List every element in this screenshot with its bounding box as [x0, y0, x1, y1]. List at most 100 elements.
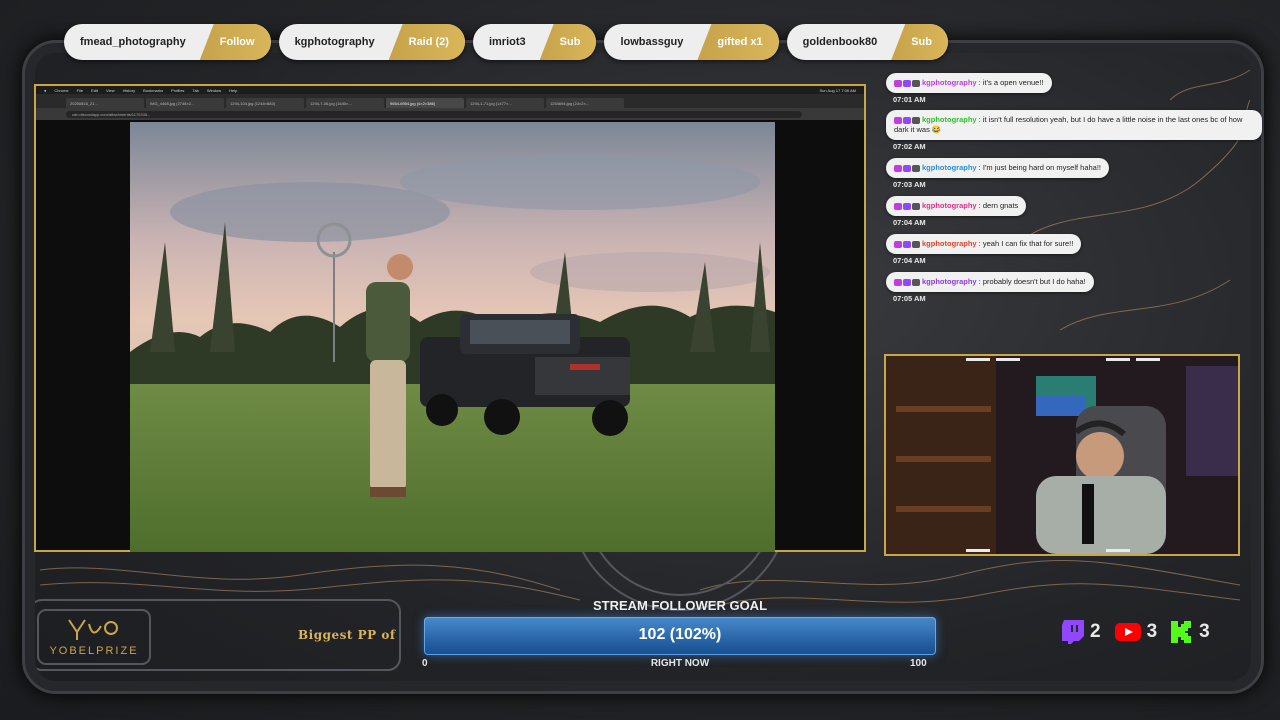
kick-icon: [1171, 621, 1192, 643]
chat-message: kgphotography : it isn't full resolution…: [886, 110, 1266, 151]
chat-username[interactable]: kgphotography: [922, 277, 977, 286]
sub-badge-icon: [912, 164, 920, 172]
chat-message: kgphotography : yeah I can fix that for …: [886, 233, 1266, 265]
menu-item[interactable]: Help: [229, 88, 237, 93]
chat-time: 07:04 AM: [893, 256, 926, 265]
chat-time: 07:05 AM: [893, 294, 926, 303]
heart-badge-icon: [894, 116, 902, 124]
goal-value: 102 (102%): [638, 626, 722, 643]
chat-bubble: kgphotography : I'm just being hard on m…: [886, 158, 1110, 178]
cam-frame-dash: [1106, 549, 1130, 552]
browser-tab[interactable]: 1294-104.jpg (1248×883): [226, 98, 304, 108]
browser-tab[interactable]: 20250816_21...: [66, 98, 144, 108]
twitch-badge-icon: [903, 116, 911, 124]
chat-badges: [894, 202, 920, 210]
chat-text: yeah I can fix that for sure!!: [982, 239, 1074, 248]
cam-frame-dash: [1106, 358, 1130, 361]
apple-icon[interactable]: ●: [44, 88, 46, 93]
alert-username: kgphotography: [294, 36, 375, 48]
twitch-badge-icon: [903, 79, 911, 87]
alert-username: lowbassguy: [620, 36, 684, 48]
chat-message: kgphotography : it's a open venue!! 07:0…: [886, 72, 1266, 104]
alert-action: Sub: [539, 24, 597, 60]
goal-title: STREAM FOLLOWER GOAL: [592, 598, 768, 613]
cam-frame-dash: [966, 358, 990, 361]
alert-username: goldenbook80: [802, 36, 878, 48]
browser-tab[interactable]: 1294-7-06.jpg (1640×...: [306, 98, 384, 108]
sub-badge-icon: [912, 116, 920, 124]
cam-frame-dash: [966, 549, 990, 552]
chat-text: probably doesn't but I do haha!: [982, 277, 1086, 286]
menu-item[interactable]: Profiles: [171, 88, 184, 93]
sub-badge-icon: [912, 202, 920, 210]
chat-panel: kgphotography : it's a open venue!! 07:0…: [886, 72, 1266, 309]
address-bar[interactable]: cdn.discordapp.com/attachments/1170335..…: [66, 110, 802, 118]
alert-pill: imriot3 Sub: [472, 24, 597, 60]
alert-bar: fmead_photography Follow kgphotography R…: [64, 24, 948, 60]
menu-item[interactable]: Chrome: [54, 88, 68, 93]
chat-bubble: kgphotography : it isn't full resolution…: [886, 110, 1262, 140]
cam-frame-dash: [996, 358, 1020, 361]
alert-action: gifted x1: [697, 24, 779, 60]
twitch-icon: [1062, 620, 1084, 644]
youtube-icon: [1114, 623, 1141, 641]
viewer-count-kick: 3: [1171, 621, 1210, 643]
goal-max-label: 100: [910, 658, 927, 669]
alert-action: Raid (2): [388, 24, 465, 60]
menu-item[interactable]: Edit: [91, 88, 98, 93]
chat-username[interactable]: kgphotography: [922, 201, 977, 210]
brand-name: YOBELPRIZE: [49, 645, 139, 657]
heart-badge-icon: [894, 202, 902, 210]
chat-badges: [894, 79, 920, 87]
twitch-badge-icon: [903, 202, 911, 210]
chat-message: kgphotography : probably doesn't but I d…: [886, 271, 1266, 303]
browser-tab[interactable]: 1254694.jpg (24×2×...: [546, 98, 624, 108]
twitch-badge-icon: [903, 164, 911, 172]
menu-item[interactable]: File: [77, 88, 83, 93]
chat-time: 07:04 AM: [893, 218, 926, 227]
twitch-badge-icon: [903, 240, 911, 248]
ticker-text: Biggest PP of: [298, 628, 396, 642]
chat-text: dern gnats: [982, 201, 1019, 210]
chat-badges: [894, 240, 920, 248]
viewer-count-twitch: 2: [1062, 620, 1101, 644]
sub-badge-icon: [912, 278, 920, 286]
chat-bubble: kgphotography : dern gnats: [886, 196, 1027, 216]
viewer-count: 3: [1199, 621, 1210, 642]
menu-item[interactable]: Tab: [192, 88, 198, 93]
displayed-photo: [130, 122, 775, 552]
chat-username[interactable]: kgphotography: [922, 115, 977, 124]
heart-badge-icon: [894, 79, 902, 87]
goal-progress-bar: 102 (102%): [424, 617, 936, 655]
chat-bubble: kgphotography : yeah I can fix that for …: [886, 234, 1082, 254]
menu-item[interactable]: Bookmarks: [143, 88, 163, 93]
chat-username[interactable]: kgphotography: [922, 239, 977, 248]
viewer-counts: 2 3 3: [1062, 620, 1210, 644]
webcam-feed: [884, 354, 1240, 556]
browser-tab[interactable]: IMG_4468.jpg (2748×2...: [146, 98, 224, 108]
heart-badge-icon: [894, 240, 902, 248]
browser-tab[interactable]: 1294-1-71.jpg (1477×...: [466, 98, 544, 108]
alert-action: Follow: [199, 24, 271, 60]
chat-badges: [894, 278, 920, 286]
goal-now-label: RIGHT NOW: [650, 658, 710, 669]
chat-message: kgphotography : I'm just being hard on m…: [886, 157, 1266, 189]
chat-time: 07:02 AM: [893, 142, 926, 151]
menu-item[interactable]: History: [123, 88, 135, 93]
cam-frame-dash: [1136, 358, 1160, 361]
sub-badge-icon: [912, 79, 920, 87]
chat-username[interactable]: kgphotography: [922, 78, 977, 87]
brand-logo: YOBELPRIZE: [44, 614, 144, 660]
chat-username[interactable]: kgphotography: [922, 163, 977, 172]
menu-item[interactable]: View: [106, 88, 115, 93]
chat-badges: [894, 164, 920, 172]
heart-badge-icon: [894, 164, 902, 172]
alert-username: fmead_photography: [80, 36, 186, 48]
viewer-count: 2: [1090, 621, 1101, 642]
alert-action: Sub: [891, 24, 948, 60]
alert-pill: lowbassguy gifted x1: [604, 24, 779, 60]
menu-item[interactable]: Window: [207, 88, 221, 93]
menubar-clock: Sun Aug 17 7:06 AM: [819, 87, 856, 93]
mac-menubar: ● Chrome File Edit View History Bookmark…: [36, 86, 864, 94]
browser-tab-active[interactable]: 9654-6954.jpg (4×2×386): [386, 98, 464, 108]
